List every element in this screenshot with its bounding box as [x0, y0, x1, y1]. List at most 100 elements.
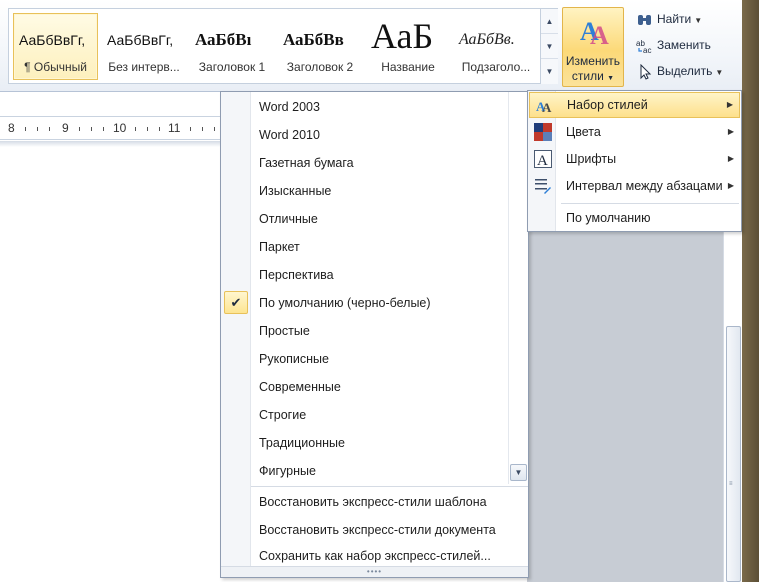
menu-item-style-set[interactable]: A A Набор стилей ▶ [529, 92, 740, 118]
menu-item-label: Современные [259, 380, 341, 394]
chevron-down-icon: ▼ [715, 68, 724, 77]
style-set-default-bw[interactable]: ✔ По умолчанию (черно-белые) [221, 289, 509, 317]
style-set-modern[interactable]: Современные [221, 373, 509, 401]
ruler-tick [190, 127, 191, 131]
style-sets-list: Word 2003 Word 2010 Газетная бумага Изыс… [221, 92, 509, 484]
svg-text:A: A [590, 21, 609, 48]
grip-icon: ≡ [729, 481, 733, 487]
style-normal[interactable]: АаБбВвГг, ¶ Обычный [13, 13, 98, 80]
menu-item-label: Изысканные [259, 184, 332, 198]
find-button[interactable]: Найти ▼ [636, 8, 702, 30]
style-set-newsprint[interactable]: Газетная бумага [221, 149, 509, 177]
ruler-tick [135, 127, 136, 131]
ruler-mark: 9 [62, 121, 69, 135]
ruler-mark: 11 [168, 121, 181, 135]
menu-item-label: Шрифты [566, 152, 617, 166]
select-button[interactable]: Выделить ▼ [636, 60, 723, 82]
chevron-right-icon: ▶ [727, 154, 734, 163]
scroll-down-button[interactable]: ▼ [510, 464, 527, 481]
menu-item-paragraph-spacing[interactable]: Интервал между абзацами ▶ [529, 173, 740, 199]
chevron-right-icon: ▶ [727, 127, 734, 136]
ruler-tick [91, 127, 92, 131]
style-set-distinctive[interactable]: Отличные [221, 205, 509, 233]
style-set-formal[interactable]: Строгие [221, 401, 509, 429]
ruler-tick [49, 127, 50, 131]
style-sample: АаБбВı [195, 30, 252, 49]
style-set-traditional[interactable]: Традиционные [221, 429, 509, 457]
gallery-more-button[interactable]: ▼ [541, 59, 558, 84]
style-set-word-2010[interactable]: Word 2010 [221, 121, 509, 149]
ruler-tick [37, 127, 38, 131]
style-name: Название [381, 60, 435, 74]
menu-item-label: Восстановить экспресс-стили шаблона [259, 495, 487, 509]
ruler-tick [103, 127, 104, 131]
change-styles-button[interactable]: A A Изменить стили ▼ [562, 7, 624, 87]
replace-icon: ab ac [636, 39, 651, 54]
svg-text:A: A [537, 153, 548, 168]
document-page[interactable] [0, 147, 222, 582]
style-no-spacing[interactable]: АаБбВвГг, Без интерв... [101, 13, 187, 80]
style-subtitle[interactable]: АаБбВв. Подзаголо... [453, 13, 539, 80]
menu-scrollbar[interactable]: ▼ [508, 92, 528, 484]
style-set-fancy[interactable]: Фигурные [221, 457, 509, 485]
select-label: Выделить [657, 64, 713, 78]
menu-item-label: Паркет [259, 240, 300, 254]
paragraph-spacing-icon [535, 179, 551, 194]
chevron-down-icon: ▼ [694, 16, 703, 25]
change-styles-label: Изменить стили ▼ [563, 54, 623, 86]
ruler-tick [159, 127, 160, 131]
style-set-simple[interactable]: Простые [221, 317, 509, 345]
chevron-right-icon: ▶ [726, 100, 733, 109]
style-title[interactable]: АаБ Название [365, 13, 451, 80]
fonts-icon: A [534, 150, 552, 168]
find-label: Найти [657, 12, 692, 26]
style-name: ¶ Обычный [24, 60, 87, 74]
reset-document-styles-button[interactable]: Восстановить экспресс-стили документа [221, 516, 528, 544]
style-set-elegant[interactable]: Изысканные [221, 177, 509, 205]
menu-item-fonts[interactable]: A Шрифты ▶ [529, 146, 740, 172]
chevron-down-icon: ▼ [607, 75, 615, 82]
ruler-tick [147, 127, 148, 131]
menu-item-label: Перспектива [259, 268, 334, 282]
gallery-scroll-up-button[interactable]: ▲ [541, 9, 558, 34]
ruler-mark: 8 [8, 121, 15, 135]
style-sample: АаБбВвГг, [107, 32, 174, 48]
binoculars-icon [638, 14, 651, 25]
ribbon: АаБбВвГг, ¶ Обычный АаБбВвГг, Без интерв… [0, 0, 759, 92]
change-styles-line2: стили [571, 69, 604, 83]
document-background [527, 232, 723, 582]
change-styles-icon: A A [580, 17, 609, 48]
horizontal-ruler[interactable]: 8 9 10 11 [0, 116, 222, 140]
ruler-tick [214, 127, 215, 131]
style-sample: АаБбВв. [459, 31, 515, 48]
replace-label: Заменить [657, 38, 711, 52]
menu-item-colors[interactable]: Цвета ▶ [529, 119, 740, 145]
reset-template-styles-button[interactable]: Восстановить экспресс-стили шаблона [221, 488, 528, 516]
menu-item-label: Word 2003 [259, 100, 320, 114]
menu-item-label: Традиционные [259, 436, 345, 450]
gallery-scroll-down-button[interactable]: ▼ [541, 34, 558, 59]
style-heading-1[interactable]: АаБбВı Заголовок 1 [189, 13, 275, 80]
style-set-manuscript[interactable]: Рукописные [221, 345, 509, 373]
style-name: Подзаголо... [461, 60, 531, 74]
menu-item-label: Рукописные [259, 352, 329, 366]
quick-styles-gallery: АаБбВвГг, ¶ Обычный АаБбВвГг, Без интерв… [8, 8, 558, 84]
style-sample: АаБбВв [283, 30, 344, 49]
menu-item-label: По умолчанию (черно-белые) [259, 296, 431, 310]
menu-item-set-default[interactable]: По умолчанию [529, 205, 740, 231]
style-set-perspective[interactable]: Перспектива [221, 261, 509, 289]
style-set-parquet[interactable]: Паркет [221, 233, 509, 261]
colors-icon [534, 123, 552, 141]
resize-grip[interactable]: •••• [221, 566, 528, 577]
menu-item-label: Газетная бумага [259, 156, 354, 170]
replace-button[interactable]: ab ac Заменить [636, 34, 711, 56]
svg-text:A: A [542, 100, 552, 115]
style-set-icon: A A [536, 99, 552, 115]
style-heading-2[interactable]: АаБбВв Заголовок 2 [277, 13, 363, 80]
style-name: Без интерв... [108, 60, 180, 74]
style-sets-menu: Word 2003 Word 2010 Газетная бумага Изыс… [220, 91, 529, 578]
menu-item-label: Восстановить экспресс-стили документа [259, 523, 496, 537]
style-set-word-2003[interactable]: Word 2003 [221, 93, 509, 121]
scrollbar-thumb[interactable] [726, 326, 741, 582]
menu-item-label: Фигурные [259, 464, 316, 478]
